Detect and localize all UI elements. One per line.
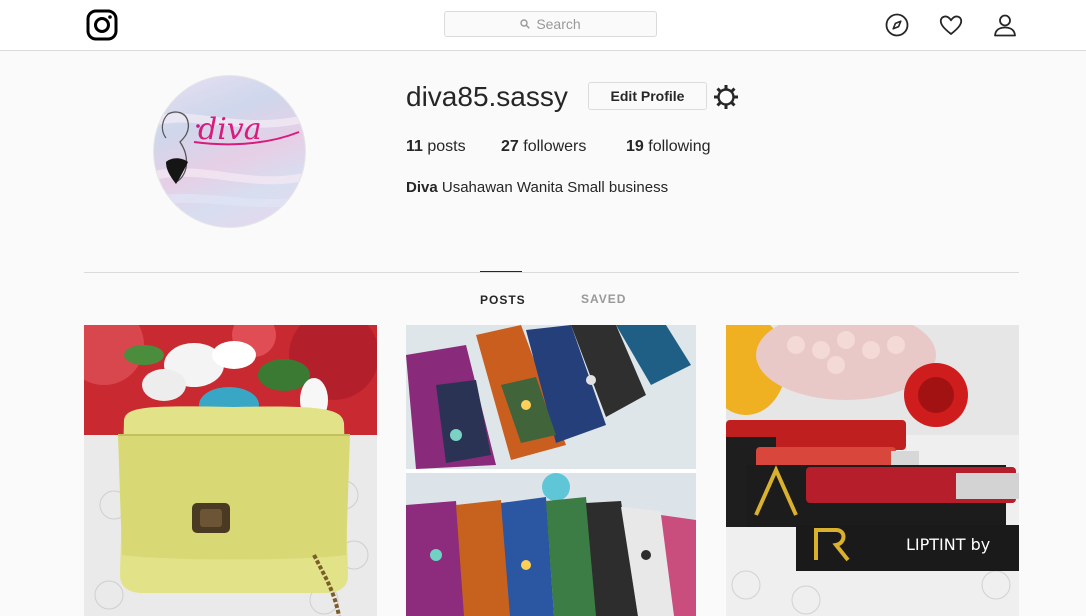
instagram-logo-icon[interactable] — [86, 9, 118, 41]
liptint-label-decor: LIPTINT by — [906, 535, 990, 554]
following-label: following — [648, 138, 711, 155]
post-thumbnail-bag[interactable] — [84, 325, 377, 616]
followers-count: 27 — [501, 138, 519, 155]
user-icon[interactable] — [992, 12, 1018, 38]
posts-label: posts — [427, 138, 466, 155]
heart-icon[interactable] — [938, 12, 964, 38]
avatar[interactable]: diva — [153, 75, 306, 228]
photo-patterned-fabric-pouches — [406, 325, 696, 616]
tabs-divider — [84, 272, 1019, 273]
stat-following[interactable]: 19 following — [626, 137, 711, 157]
photo-yellow-bag-flowers — [84, 325, 377, 616]
gear-icon[interactable] — [713, 84, 739, 110]
logo-wordmark: diva — [198, 112, 262, 147]
post-thumbnail-pouches[interactable] — [406, 325, 696, 616]
profile-username: diva85.sassy — [406, 81, 568, 112]
followers-label: followers — [523, 138, 587, 155]
photo-liptint-lipsticks: LIPTINT by — [726, 325, 1019, 616]
bio-name: Diva — [406, 179, 438, 196]
stat-followers[interactable]: 27 followers — [501, 137, 586, 157]
search-placeholder: Search — [536, 16, 581, 32]
search-icon — [520, 19, 531, 29]
edit-profile-button[interactable]: Edit Profile — [588, 82, 707, 110]
top-nav: Search — [0, 0, 1086, 51]
following-count: 19 — [626, 138, 644, 155]
profile-bio: Diva Usahawan Wanita Small business — [406, 178, 668, 198]
post-thumbnail-liptint[interactable]: LIPTINT by — [726, 325, 1019, 616]
compass-icon[interactable] — [884, 12, 910, 38]
stat-posts: 11 posts — [406, 137, 466, 157]
search-input[interactable]: Search — [444, 11, 657, 37]
tab-posts[interactable]: POSTS — [480, 271, 525, 311]
diva-logo: diva — [154, 111, 305, 208]
tab-saved[interactable]: SAVED — [581, 286, 626, 310]
bio-text: Usahawan Wanita Small business — [441, 179, 669, 196]
posts-count: 11 — [406, 138, 423, 155]
